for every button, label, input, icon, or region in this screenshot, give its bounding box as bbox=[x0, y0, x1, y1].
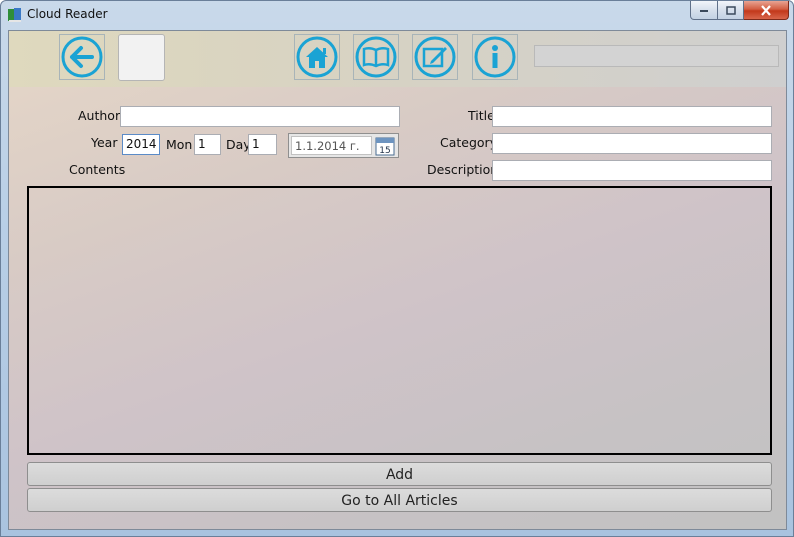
minimize-button[interactable] bbox=[690, 1, 718, 20]
maximize-icon bbox=[725, 5, 736, 15]
date-picker[interactable]: 1.1.2014 г. 15 bbox=[288, 133, 399, 158]
title-label: Title bbox=[468, 108, 495, 123]
month-field[interactable]: 1 bbox=[194, 134, 221, 155]
contents-textarea[interactable] bbox=[27, 186, 772, 455]
year-field[interactable]: 2014 bbox=[122, 134, 160, 155]
library-button[interactable] bbox=[353, 34, 399, 80]
description-label: Description bbox=[427, 162, 499, 177]
edit-note-icon bbox=[414, 36, 456, 78]
info-icon bbox=[474, 36, 516, 78]
app-window: Cloud Reader Author: Year 2014 Mon 1 Day… bbox=[0, 0, 794, 537]
add-button[interactable]: Add bbox=[27, 462, 772, 486]
all-articles-button[interactable]: Go to All Articles bbox=[27, 488, 772, 512]
blank-button[interactable] bbox=[118, 34, 165, 81]
minimize-icon bbox=[700, 10, 708, 12]
info-button[interactable] bbox=[472, 34, 518, 80]
author-label: Author: bbox=[78, 108, 125, 123]
caption-buttons bbox=[690, 1, 789, 20]
book-app-icon bbox=[7, 7, 22, 23]
title-field[interactable] bbox=[492, 106, 772, 127]
open-book-icon bbox=[355, 36, 397, 78]
title-bar[interactable]: Cloud Reader bbox=[1, 1, 793, 29]
close-button[interactable] bbox=[744, 1, 789, 20]
back-button[interactable] bbox=[59, 34, 105, 80]
contents-label: Contents bbox=[69, 162, 126, 177]
home-icon bbox=[296, 36, 338, 78]
maximize-button[interactable] bbox=[718, 1, 744, 20]
year-label: Year bbox=[91, 135, 118, 150]
month-label: Mon bbox=[166, 137, 193, 152]
category-field[interactable] bbox=[492, 133, 772, 154]
toolbar bbox=[9, 31, 786, 87]
home-button[interactable] bbox=[294, 34, 340, 80]
category-label: Category bbox=[440, 135, 498, 150]
day-label: Day bbox=[226, 137, 251, 152]
client-area: Author: Year 2014 Mon 1 Day 1 1.1.2014 г… bbox=[8, 30, 787, 530]
edit-button[interactable] bbox=[412, 34, 458, 80]
window-title: Cloud Reader bbox=[27, 7, 108, 21]
search-input[interactable] bbox=[534, 45, 779, 67]
date-picker-text[interactable]: 1.1.2014 г. bbox=[291, 136, 372, 155]
calendar-day: 15 bbox=[379, 146, 390, 156]
author-field[interactable] bbox=[120, 106, 400, 127]
back-arrow-icon bbox=[61, 36, 103, 78]
calendar-icon[interactable]: 15 bbox=[375, 136, 395, 156]
day-field[interactable]: 1 bbox=[248, 134, 277, 155]
description-field[interactable] bbox=[492, 160, 772, 181]
close-icon bbox=[761, 4, 771, 16]
